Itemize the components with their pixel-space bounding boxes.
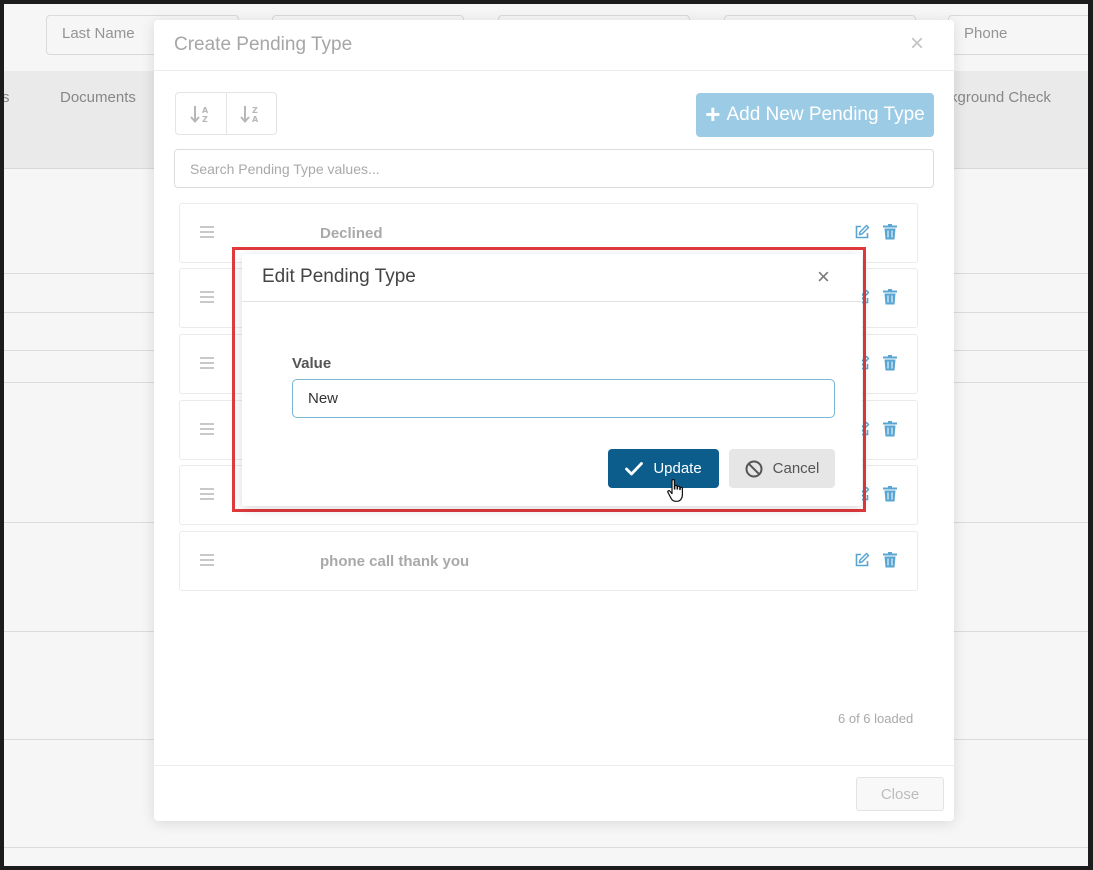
modal-close-icon[interactable]: × (910, 32, 924, 56)
sort-alpha-asc-icon: A Z (190, 105, 209, 124)
trash-icon[interactable] (883, 355, 897, 371)
modal-title: Create Pending Type (174, 34, 353, 55)
ban-icon (745, 460, 763, 477)
close-button[interactable]: Close (856, 777, 944, 811)
plus-icon: + (705, 99, 721, 129)
drag-handle-icon[interactable] (200, 226, 214, 238)
drag-handle-icon[interactable] (200, 357, 214, 369)
svg-text:Z: Z (202, 115, 208, 124)
sort-descending-button[interactable]: Z A (225, 93, 277, 134)
search-input[interactable] (174, 149, 934, 188)
trash-icon[interactable] (883, 486, 897, 502)
drag-handle-icon[interactable] (200, 423, 214, 435)
edit-icon[interactable] (854, 552, 870, 568)
svg-text:A: A (252, 115, 259, 124)
modal-header-divider (154, 70, 954, 71)
dialog-close-icon[interactable]: × (817, 266, 830, 288)
add-new-pending-type-button[interactable]: + Add New Pending Type (696, 93, 934, 137)
dialog-title: Edit Pending Type (262, 266, 416, 287)
update-button[interactable]: Update (608, 449, 719, 488)
edit-pending-type-dialog: Edit Pending Type × Value Update Cancel (242, 254, 862, 506)
value-input[interactable] (292, 379, 835, 418)
dialog-header-divider (242, 301, 862, 302)
screen-frame: Last Name Phone s Documents kground Chec… (0, 0, 1093, 870)
list-item[interactable]: phone call thank you (179, 531, 918, 591)
hand-cursor-icon (667, 479, 683, 502)
trash-icon[interactable] (883, 421, 897, 437)
update-button-label: Update (653, 460, 702, 477)
list-item-label: Declined (320, 225, 383, 242)
checkmark-icon (625, 461, 644, 475)
trash-icon[interactable] (883, 289, 897, 305)
list-item-label: phone call thank you (320, 553, 470, 570)
sort-alpha-desc-icon: Z A (240, 105, 259, 124)
sort-button-group: A Z Z A (175, 92, 277, 135)
modal-footer-divider (154, 765, 954, 766)
sort-ascending-button[interactable]: A Z (176, 93, 226, 134)
value-field-label: Value (292, 355, 332, 372)
cancel-button[interactable]: Cancel (729, 449, 835, 488)
drag-handle-icon[interactable] (200, 488, 214, 500)
edit-icon[interactable] (854, 224, 870, 240)
add-button-label: Add New Pending Type (726, 104, 925, 125)
trash-icon[interactable] (883, 224, 897, 240)
svg-text:Z: Z (252, 106, 258, 115)
cancel-button-label: Cancel (772, 460, 820, 477)
loaded-count: 6 of 6 loaded (838, 711, 914, 726)
drag-handle-icon[interactable] (200, 554, 214, 566)
trash-icon[interactable] (883, 552, 897, 568)
svg-text:A: A (202, 106, 209, 115)
drag-handle-icon[interactable] (200, 291, 214, 303)
